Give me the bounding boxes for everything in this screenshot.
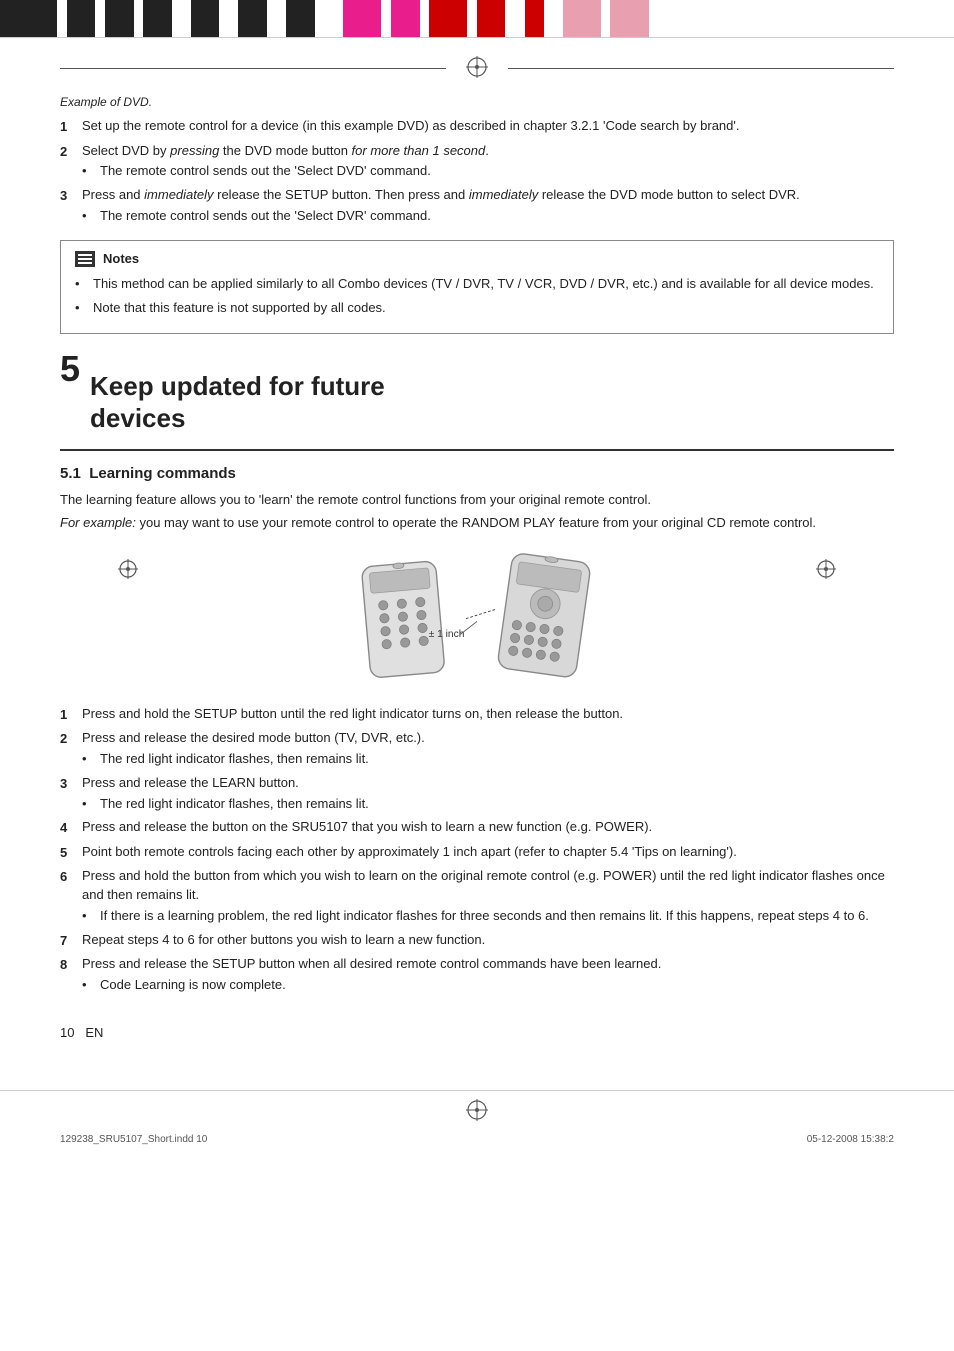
bullet-dot: • [82,207,100,226]
bullet-dot: • [75,299,93,318]
learning-intro-line2: For example: you may want to use your re… [60,513,894,533]
bullet-text: The remote control sends out the 'Select… [100,162,431,181]
learning-intro-line1: The learning feature allows you to 'lear… [60,490,894,510]
bullet-dot: • [82,750,100,769]
step-item: 3 Press and immediately release the SETU… [60,186,894,226]
page-number: 10 EN [60,1025,103,1040]
sub-bullet: • Code Learning is now complete. [82,976,894,995]
subsection-num: 5.1 [60,465,81,482]
steps-list-2: 1 Press and hold the SETUP button until … [60,705,894,996]
step-num: 2 [60,142,82,182]
step-item: 2 Press and release the desired mode but… [60,729,894,769]
sub-bullet: • The remote control sends out the 'Sele… [82,162,894,181]
step-num: 4 [60,818,82,838]
step-content: Press and hold the SETUP button until th… [82,705,894,725]
step-num: 3 [60,774,82,814]
sub-bullet: • The red light indicator flashes, then … [82,750,894,769]
bullet-dot: • [75,275,93,294]
section-title: Keep updated for futuredevices [90,370,385,435]
reg-mark-bottom [466,1099,488,1121]
step-content: Set up the remote control for a device (… [82,117,894,137]
sub-bullet: • The remote control sends out the 'Sele… [82,207,894,226]
step-item: 1 Press and hold the SETUP button until … [60,705,894,725]
step-num: 6 [60,867,82,926]
step-content: Press and immediately release the SETUP … [82,186,894,226]
step-content: Press and hold the button from which you… [82,867,894,926]
subsection-title: Learning commands [89,465,236,482]
svg-text:± 1 inch: ± 1 inch [429,629,465,640]
notes-bullet-1: • This method can be applied similarly t… [75,275,879,294]
step-content: Select DVD by pressing the DVD mode butt… [82,142,894,182]
step-item: 5 Point both remote controls facing each… [60,843,894,863]
section-number: 5 [60,348,80,390]
remote-control-image: ± 1 inch [317,549,637,689]
step-item: 2 Select DVD by pressing the DVD mode bu… [60,142,894,182]
rule-line-right [508,68,894,69]
step-item: 7 Repeat steps 4 to 6 for other buttons … [60,931,894,951]
top-color-bar [0,0,954,38]
step-item: 4 Press and release the button on the SR… [60,818,894,838]
bullet-text: Note that this feature is not supported … [93,299,386,318]
footer: 10 EN [60,1025,894,1040]
step-content: Press and release the LEARN button. • Th… [82,774,894,814]
step-content: Point both remote controls facing each o… [82,843,894,863]
rule-line-left [60,68,446,69]
step-num: 1 [60,117,82,137]
remote-svg: ± 1 inch [317,549,637,679]
step-content: Press and release the button on the SRU5… [82,818,894,838]
bullet-text: This method can be applied similarly to … [93,275,874,294]
example-label: Example of DVD. [60,95,894,109]
bullet-text: The red light indicator flashes, then re… [100,750,369,769]
bullet-text: The red light indicator flashes, then re… [100,795,369,814]
lang-label: EN [85,1025,103,1040]
steps-list-1: 1 Set up the remote control for a device… [60,117,894,226]
reg-mark-right [816,559,836,582]
section-heading-wrapper: 5 Keep updated for futuredevices [60,348,894,441]
section-title-block: Keep updated for futuredevices [90,348,385,441]
step-item: 1 Set up the remote control for a device… [60,117,894,137]
notes-header: Notes [75,251,879,267]
step-num: 5 [60,843,82,863]
bottom-bar [0,1090,954,1128]
step-num: 2 [60,729,82,769]
step-content: Press and release the SETUP button when … [82,955,894,995]
notes-label: Notes [103,251,139,266]
bullet-dot: • [82,907,100,926]
notes-icon [75,251,95,267]
notes-bullet-2: • Note that this feature is not supporte… [75,299,879,318]
step-content: Press and release the desired mode butto… [82,729,894,769]
sub-bullet: • The red light indicator flashes, then … [82,795,894,814]
step-item: 8 Press and release the SETUP button whe… [60,955,894,995]
bullet-dot: • [82,976,100,995]
step-content: Repeat steps 4 to 6 for other buttons yo… [82,931,894,951]
page-num-value: 10 [60,1025,74,1040]
remote-figure: ± 1 inch [60,549,894,689]
bullet-dot: • [82,795,100,814]
bottom-info: 129238_SRU5107_Short.indd 10 05-12-2008 … [0,1132,954,1147]
reg-mark-left [118,559,138,582]
file-info: 129238_SRU5107_Short.indd 10 [60,1134,207,1145]
bullet-dot: • [82,162,100,181]
step-num: 1 [60,705,82,725]
color-segments [0,0,954,37]
step-item: 3 Press and release the LEARN button. • … [60,774,894,814]
date-info: 05-12-2008 15:38:2 [807,1134,894,1145]
step-num: 8 [60,955,82,995]
bullet-text: Code Learning is now complete. [100,976,286,995]
bullet-text: If there is a learning problem, the red … [100,907,869,926]
subsection-heading: 5.1 Learning commands [60,465,894,482]
step-item: 6 Press and hold the button from which y… [60,867,894,926]
reg-mark-top [466,56,488,81]
top-rule [60,56,894,81]
bullet-text: The remote control sends out the 'Select… [100,207,431,226]
sub-bullet: • If there is a learning problem, the re… [82,907,894,926]
step-num: 7 [60,931,82,951]
section-divider [60,449,894,451]
notes-box: Notes • This method can be applied simil… [60,240,894,334]
step-num: 3 [60,186,82,226]
